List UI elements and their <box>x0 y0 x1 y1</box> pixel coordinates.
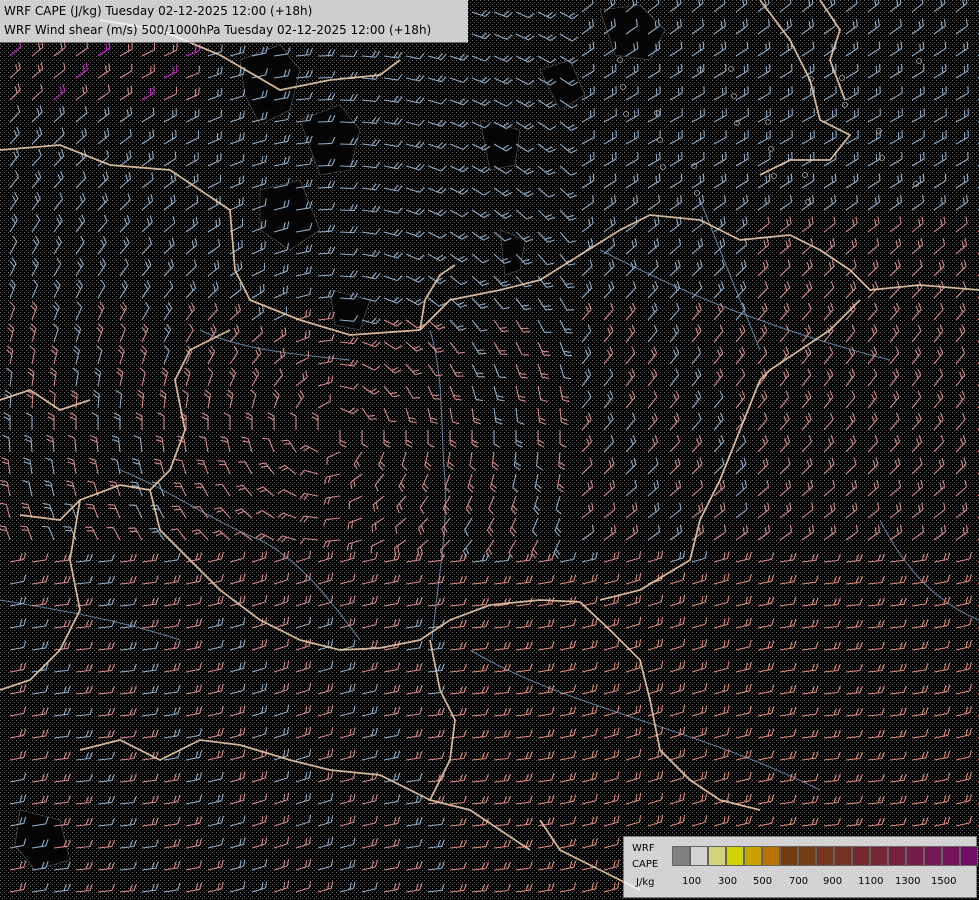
legend-model-label: WRF <box>632 843 655 854</box>
legend-swatch <box>924 846 942 866</box>
legend-swatch <box>852 846 870 866</box>
legend-swatch <box>834 846 852 866</box>
legend-swatch <box>762 846 780 866</box>
legend-tick: 100 <box>682 876 702 887</box>
legend-variable-label: CAPE <box>632 859 659 870</box>
legend-tick: 1500 <box>931 876 957 887</box>
legend-swatch <box>870 846 888 866</box>
legend-swatch <box>690 846 708 866</box>
cape-legend: WRF CAPE J/kg 100 300 500 700 900 1100 1300 150… <box>623 836 978 898</box>
legend-swatch <box>906 846 924 866</box>
legend-swatch <box>672 846 690 866</box>
legend-unit-label: J/kg <box>636 877 655 888</box>
legend-swatch <box>942 846 960 866</box>
legend-swatch <box>744 846 762 866</box>
legend-swatch <box>708 846 726 866</box>
cape-title: WRF CAPE (J/kg) Tuesday 02-12-2025 12:00… <box>4 4 313 18</box>
legend-color-scale <box>672 846 978 866</box>
legend-tick: 500 <box>753 876 773 887</box>
legend-swatch <box>780 846 798 866</box>
title-panel: WRF CAPE (J/kg) Tuesday 02-12-2025 12:00… <box>0 0 468 43</box>
legend-tick: 900 <box>823 876 843 887</box>
legend-tick: 700 <box>789 876 809 887</box>
legend-swatch <box>798 846 816 866</box>
legend-tick: 1300 <box>895 876 921 887</box>
weather-map <box>0 0 979 900</box>
legend-swatch <box>888 846 906 866</box>
legend-swatch <box>960 846 978 866</box>
legend-tick: 1100 <box>858 876 884 887</box>
shear-title: WRF Wind shear (m/s) 500/1000hPa Tuesday… <box>4 23 432 37</box>
legend-swatch <box>726 846 744 866</box>
legend-swatch <box>816 846 834 866</box>
legend-tick: 300 <box>718 876 738 887</box>
